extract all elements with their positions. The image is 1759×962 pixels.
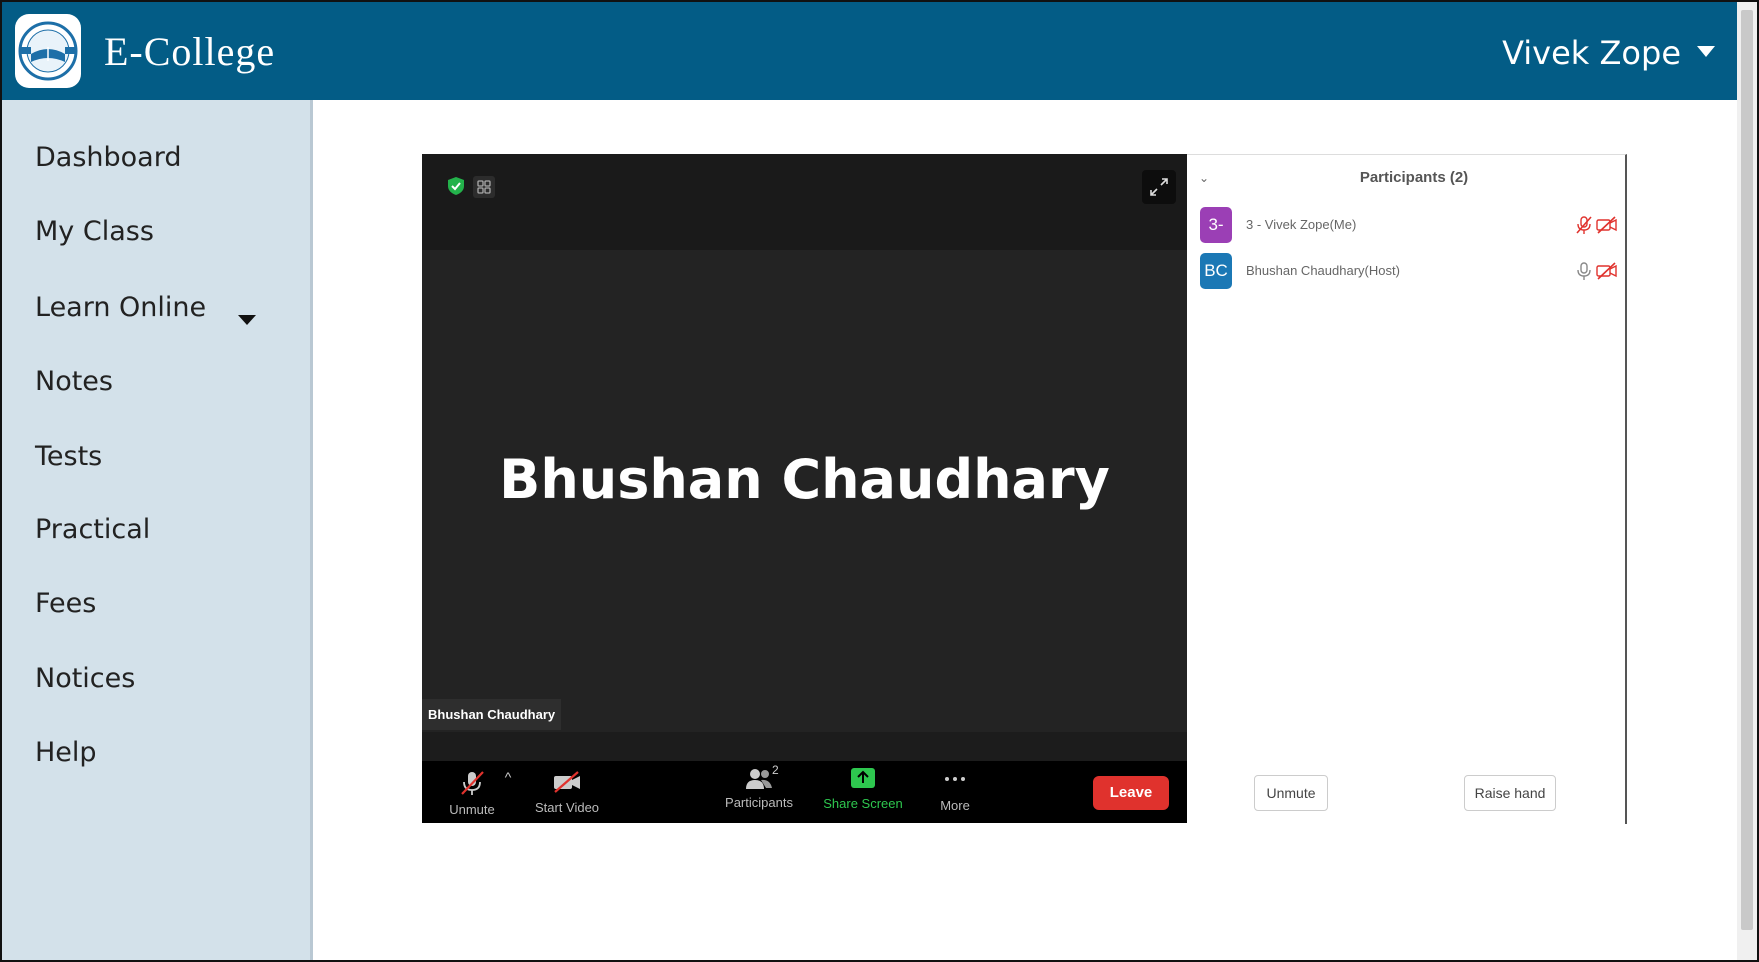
sidebar-item-dashboard[interactable]: Dashboard bbox=[35, 142, 181, 173]
active-speaker-name: Bhushan Chaudhary bbox=[499, 448, 1110, 511]
expand-icon[interactable] bbox=[1142, 170, 1176, 204]
start-video-button[interactable]: Start Video bbox=[532, 769, 602, 815]
speaker-name-tag: Bhushan Chaudhary bbox=[422, 699, 562, 730]
scrollbar-thumb[interactable] bbox=[1741, 10, 1753, 930]
grid-view-icon[interactable] bbox=[473, 176, 495, 198]
video-off-icon[interactable] bbox=[1596, 215, 1618, 235]
participants-count: 2 bbox=[772, 763, 779, 777]
more-icon bbox=[945, 777, 965, 781]
sidebar-item-my-class[interactable]: My Class bbox=[35, 216, 154, 247]
sidebar-item-help[interactable]: Help bbox=[35, 737, 97, 768]
shield-check-icon[interactable] bbox=[446, 176, 466, 196]
muted-mic-icon bbox=[461, 771, 484, 795]
video-area: Bhushan Chaudhary bbox=[422, 250, 1187, 732]
participant-row[interactable]: BC Bhushan Chaudhary(Host) bbox=[1200, 253, 1617, 289]
panel-unmute-button[interactable]: Unmute bbox=[1254, 775, 1328, 811]
dropdown-caret-icon[interactable] bbox=[238, 315, 256, 325]
unmute-label: Unmute bbox=[449, 802, 495, 817]
meeting-top-bar bbox=[422, 154, 1187, 250]
participant-name: Bhushan Chaudhary(Host) bbox=[1246, 263, 1400, 278]
brand-name[interactable]: E-College bbox=[104, 28, 275, 75]
video-off-icon[interactable] bbox=[1596, 261, 1618, 281]
share-screen-button[interactable]: Share Screen bbox=[822, 765, 904, 811]
start-video-label: Start Video bbox=[534, 800, 600, 815]
participants-title: Participants (2) bbox=[1359, 169, 1469, 186]
college-logo[interactable] bbox=[15, 14, 81, 88]
video-off-icon bbox=[554, 771, 580, 793]
unmute-button[interactable]: Unmute bbox=[444, 769, 500, 817]
raise-hand-button[interactable]: Raise hand bbox=[1464, 775, 1556, 811]
leave-button[interactable]: Leave bbox=[1093, 776, 1169, 810]
share-screen-label: Share Screen bbox=[823, 796, 903, 811]
avatar: 3- bbox=[1200, 207, 1232, 243]
participants-panel: ⌄ Participants (2) 3- 3 - Vivek Zope(Me)… bbox=[1187, 154, 1627, 824]
participant-name: 3 - Vivek Zope(Me) bbox=[1246, 217, 1357, 232]
mic-icon[interactable] bbox=[1574, 261, 1594, 281]
video-strip bbox=[422, 732, 1187, 764]
meeting-window: Bhushan Chaudhary Bhushan Chaudhary Unmu… bbox=[422, 154, 1187, 823]
meeting-toolbar: Unmute ^ Start Video 2 Participants Shar… bbox=[422, 761, 1187, 823]
sidebar-item-learn-online[interactable]: Learn Online bbox=[35, 292, 206, 323]
user-menu-name[interactable]: Vivek Zope bbox=[1502, 34, 1681, 72]
sidebar-item-practical[interactable]: Practical bbox=[35, 514, 150, 545]
chevron-up-icon[interactable]: ^ bbox=[502, 769, 514, 785]
app-window: E-College Vivek Zope Dashboard My Class … bbox=[0, 0, 1759, 962]
participants-label: Participants bbox=[725, 795, 793, 810]
participants-button[interactable]: 2 Participants bbox=[720, 763, 798, 810]
sidebar-item-tests[interactable]: Tests bbox=[35, 441, 102, 472]
more-button[interactable]: More bbox=[932, 765, 978, 813]
top-header: E-College Vivek Zope bbox=[2, 2, 1737, 100]
sidebar-item-notes[interactable]: Notes bbox=[35, 366, 113, 397]
muted-mic-icon[interactable] bbox=[1574, 215, 1594, 235]
share-screen-icon bbox=[851, 768, 875, 788]
more-label: More bbox=[940, 798, 970, 813]
sidebar-item-fees[interactable]: Fees bbox=[35, 588, 96, 619]
vertical-scrollbar[interactable] bbox=[1737, 2, 1757, 960]
avatar: BC bbox=[1200, 253, 1232, 289]
caret-down-icon[interactable] bbox=[1697, 46, 1715, 57]
participant-row[interactable]: 3- 3 - Vivek Zope(Me) bbox=[1200, 207, 1617, 243]
sidebar: Dashboard My Class Learn Online Notes Te… bbox=[2, 100, 313, 960]
sidebar-item-notices[interactable]: Notices bbox=[35, 663, 135, 694]
participants-icon bbox=[746, 769, 772, 789]
